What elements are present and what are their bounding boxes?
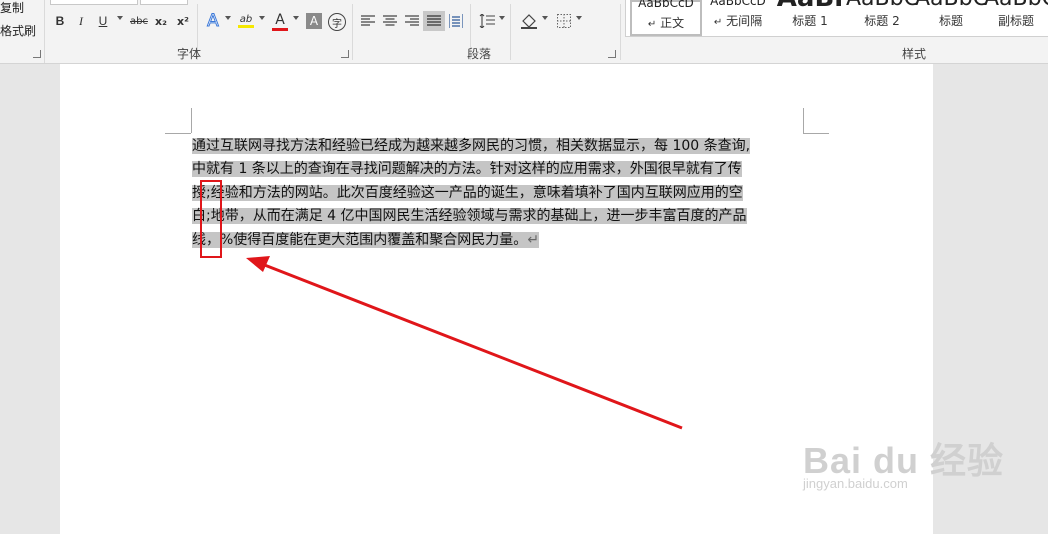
- arrow-shaft: [261, 262, 683, 430]
- arrow-head: [246, 256, 270, 272]
- baidu-watermark: Bai du 经验 jingyan.baidu.com: [803, 432, 1004, 491]
- watermark-url: jingyan.baidu.com: [803, 476, 908, 491]
